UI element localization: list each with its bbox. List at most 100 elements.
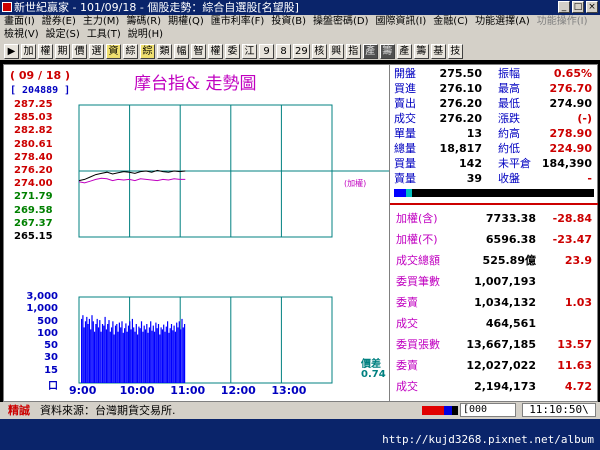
volume-bar: [86, 316, 88, 383]
spread-label: 價差: [361, 359, 381, 370]
toolbar-button-25[interactable]: 基: [430, 43, 446, 59]
toolbar-button-16[interactable]: 8: [276, 43, 291, 59]
market-stat-row: 委賣 1,034,132 1.03: [390, 294, 598, 312]
toolbar-button-3[interactable]: 期: [55, 43, 70, 59]
volume-bar: [142, 331, 144, 383]
volume-bar: [135, 324, 137, 383]
stat-label: 加權(不): [396, 233, 438, 246]
toolbar-button-12[interactable]: 權: [208, 43, 223, 59]
menu-item-0[interactable]: 畫面(Ⅰ): [4, 15, 35, 28]
volume-bar: [174, 331, 176, 383]
toolbar-button-18[interactable]: 核: [311, 43, 327, 59]
menu-item-3[interactable]: 籌碼(R): [126, 15, 161, 28]
quote-value-2: 224.90: [549, 142, 592, 155]
toolbar-button-8[interactable]: 綜: [140, 43, 155, 59]
toolbar-button-20[interactable]: 指: [345, 43, 361, 59]
toolbar-button-14[interactable]: 江: [242, 43, 257, 59]
menu-item-6[interactable]: 投資(B): [271, 15, 306, 28]
toolbar-button-26[interactable]: 技: [447, 43, 463, 59]
close-button[interactable]: ×: [586, 1, 598, 13]
toolbar-button-17[interactable]: 29: [293, 43, 310, 59]
index-note: (加權): [344, 179, 367, 188]
quote-value-2: 278.90: [549, 127, 592, 140]
menu-item-4[interactable]: 期權(Q): [168, 15, 204, 28]
toolbar-button-15[interactable]: 9: [259, 43, 274, 59]
toolbar-button-10[interactable]: 幅: [174, 43, 189, 59]
quote-row: 成交 276.20 漲跌 (-): [390, 112, 598, 126]
quote-label-2: 最低: [498, 97, 520, 110]
volume-bar: [170, 324, 173, 383]
market-stat-row: 委買筆數 1,007,193: [390, 273, 598, 291]
toolbar-button-23[interactable]: 產: [396, 43, 412, 59]
toolbar-button-24[interactable]: 籌: [413, 43, 429, 59]
menu-item-secondary-2[interactable]: 工具(T): [87, 28, 121, 41]
maximize-button[interactable]: □: [572, 1, 584, 13]
volume-bar: [182, 327, 184, 383]
toolbar-button-0[interactable]: ▶: [4, 43, 19, 59]
toolbar-button-11[interactable]: 智: [191, 43, 206, 59]
toolbar-button-21[interactable]: 產: [362, 43, 378, 59]
trend-chart: ( 09 / 18 ) 摩台指& 走勢圖 [ 204889 ] 287.25 28…: [4, 65, 389, 401]
volume-bar: [137, 334, 139, 383]
panel-divider: [390, 203, 598, 205]
toolbar-button-7[interactable]: 綜: [123, 43, 138, 59]
chart-canvas[interactable]: [4, 65, 389, 401]
quote-value: 276.10: [439, 82, 482, 95]
quote-value-2: 0.65%: [553, 67, 592, 80]
volume-bar: [91, 315, 93, 383]
stock-code-input[interactable]: [000: [460, 403, 516, 417]
volume-bar: [88, 318, 90, 383]
toolbar-button-1[interactable]: 加: [21, 43, 36, 59]
quote-row: 買量 142 未平倉 184,390: [390, 157, 598, 171]
volume-bar: [84, 321, 87, 383]
volume-bar: [117, 331, 119, 383]
menu-item-5[interactable]: 匯市利率(F): [211, 15, 265, 28]
menu-item-secondary-1[interactable]: 設定(S): [46, 28, 80, 41]
quick-toolbar: ▶ 加權期價選資綜綜類幅智權委江 9 8 29 核興指產籌產籌基技: [0, 42, 600, 60]
stat-change: 11.63: [557, 359, 592, 372]
volume-bar: [105, 329, 107, 383]
volume-bar: [108, 320, 110, 383]
market-stat-row: 加權(含) 7733.38 -28.84: [390, 210, 598, 228]
menu-item-9[interactable]: 金融(C): [433, 15, 468, 28]
minimize-button[interactable]: _: [558, 1, 570, 13]
menu-item-7[interactable]: 操盤密碼(D): [313, 15, 369, 28]
menu-item-1[interactable]: 證券(E): [42, 15, 76, 28]
quote-label: 賣出: [394, 97, 416, 110]
volume-bar: [97, 327, 100, 383]
menu-item-8[interactable]: 國際資訊(I): [376, 15, 427, 28]
volume-bar: [157, 324, 160, 383]
clock-display: 11:10:50\: [522, 403, 596, 417]
volume-bar: [111, 327, 113, 383]
quote-panel: 開盤 275.50 振幅 0.65% 買進 276.10 最高 276.70 賣出 276.20 最…: [389, 65, 598, 401]
quote-label: 賣量: [394, 172, 416, 185]
stat-value: 7733.38: [485, 212, 536, 225]
menu-item-2[interactable]: 主力(M): [83, 15, 119, 28]
stat-change: 4.72: [564, 380, 592, 393]
status-bar: 精誠 資料來源：台灣期貨交易所. [000 11:10:50\: [0, 402, 600, 419]
volume-bar: [118, 322, 120, 383]
volume-bar: [95, 324, 97, 383]
volume-bar: [99, 320, 101, 383]
volume-bar: [101, 324, 104, 383]
toolbar-button-6[interactable]: 資: [106, 43, 121, 59]
toolbar-button-22[interactable]: 籌: [379, 43, 395, 59]
volume-bar: [159, 334, 161, 383]
status-message: 資料來源：台灣期貨交易所.: [40, 404, 176, 417]
menu-item-secondary-3[interactable]: 說明(H): [128, 28, 163, 41]
volume-bar: [82, 315, 84, 383]
volume-bar: [163, 324, 165, 383]
taskbar: http://kujd3268.pixnet.net/album: [0, 419, 600, 450]
menu-item-secondary-0[interactable]: 檢視(V): [4, 28, 39, 41]
toolbar-button-13[interactable]: 委: [225, 43, 240, 59]
toolbar-button-4[interactable]: 價: [72, 43, 87, 59]
toolbar-button-5[interactable]: 選: [89, 43, 104, 59]
menu-item-10[interactable]: 功能選擇(A): [475, 15, 530, 28]
volume-bar: [126, 331, 128, 383]
quote-label: 買量: [394, 157, 416, 170]
menu-row-main: 畫面(Ⅰ) 證券(E) 主力(M) 籌碼(R) 期權(Q) 匯市利率(F) 投資(B) 操盤密…: [4, 15, 595, 28]
stat-label: 成交: [396, 380, 418, 393]
toolbar-button-9[interactable]: 類: [157, 43, 172, 59]
toolbar-button-19[interactable]: 興: [328, 43, 344, 59]
toolbar-button-2[interactable]: 權: [38, 43, 53, 59]
